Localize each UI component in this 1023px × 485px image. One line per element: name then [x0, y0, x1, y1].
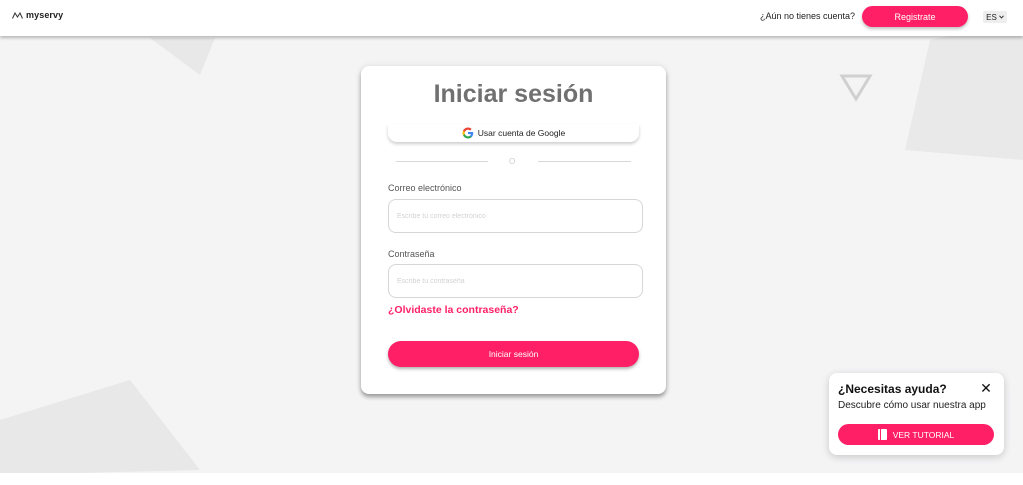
help-title: ¿Necesitas ayuda? [838, 382, 947, 396]
language-selector[interactable]: ES [983, 11, 1007, 23]
google-icon [462, 127, 474, 139]
top-bar: myservy ¿Aún no tienes cuenta? Registrat… [0, 0, 1023, 36]
divider-text: O [509, 157, 516, 166]
book-icon [877, 429, 887, 440]
no-account-question: ¿Aún no tienes cuenta? [760, 11, 856, 21]
page-title: Iniciar sesión [433, 80, 594, 108]
tutorial-label: VER TUTORIAL [892, 429, 955, 440]
help-widget: ¿Necesitas ayuda? ✕ Descubre cómo usar n… [829, 373, 1004, 455]
logo-text: myservy [26, 10, 64, 20]
close-icon[interactable]: ✕ [979, 381, 993, 395]
password-field[interactable] [388, 264, 643, 298]
email-field[interactable] [388, 199, 643, 233]
email-label: Correo electrónico [388, 183, 462, 193]
google-signin-button[interactable]: Usar cuenta de Google [388, 124, 639, 142]
password-label: Contraseña [388, 249, 435, 259]
tutorial-button[interactable]: VER TUTORIAL [838, 424, 994, 445]
login-card: Iniciar sesión Usar cuenta de Google O C… [361, 66, 666, 394]
forgot-password-link[interactable]: ¿Olvidaste la contraseña? [388, 304, 519, 316]
language-value: ES [986, 12, 997, 22]
logo[interactable]: myservy [12, 10, 63, 20]
login-button[interactable]: Iniciar sesión [388, 341, 639, 367]
register-button[interactable]: Registrate [862, 6, 968, 27]
divider-left [396, 161, 488, 162]
chevron-down-icon [998, 15, 1004, 19]
help-description: Descubre cómo usar nuestra app [838, 400, 986, 411]
logo-icon [12, 11, 23, 19]
google-signin-label: Usar cuenta de Google [477, 128, 566, 138]
divider-right [538, 161, 631, 162]
